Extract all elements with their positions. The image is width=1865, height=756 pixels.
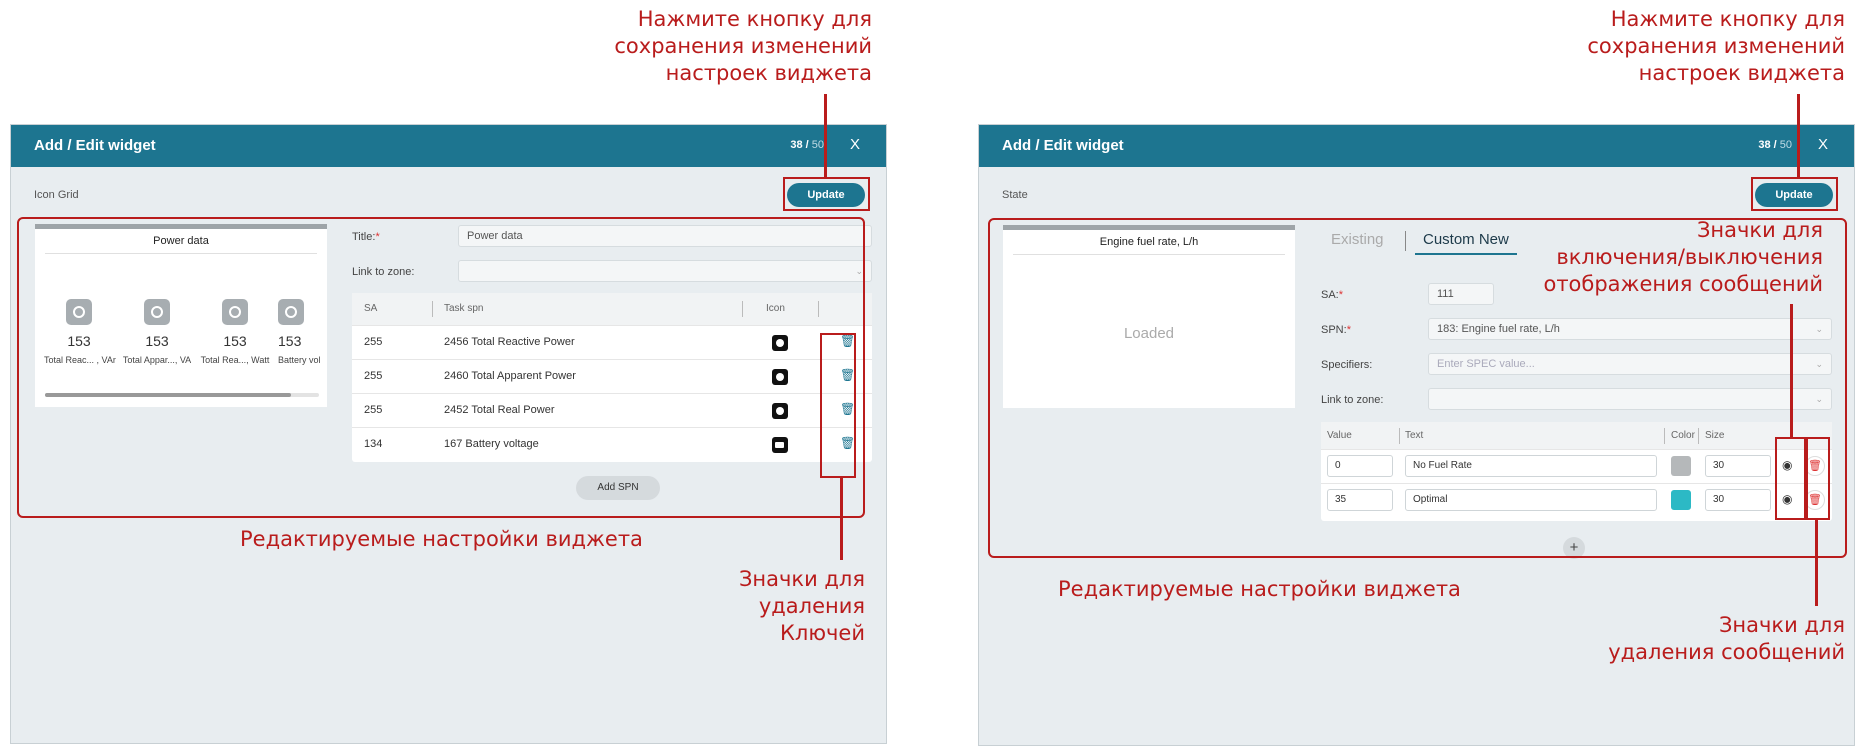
annotation-line: удаления сообщений xyxy=(1608,640,1845,664)
annotation-pointer xyxy=(824,94,827,178)
counter-total: 50 xyxy=(811,139,824,151)
annotation-line: настроек виджета xyxy=(665,61,872,85)
counter-current: 38 / xyxy=(1758,139,1777,151)
widget-type-label: State xyxy=(1002,189,1028,201)
stage: Add / Edit widget 38 / 50 X Icon Grid Up… xyxy=(0,0,1865,756)
annotation-pointer xyxy=(1790,304,1793,437)
annotation-line: удаления xyxy=(758,594,865,618)
annotation-editable: Редактируемые настройки виджета xyxy=(240,527,643,551)
dialog-title: Add / Edit widget xyxy=(1002,137,1124,154)
annotation-line: Нажмите кнопку для xyxy=(637,7,872,31)
annotation-line: сохранения изменений xyxy=(1587,34,1845,58)
counter-current: 38 / xyxy=(790,139,809,151)
dialog-header: Add / Edit widget 38 / 50 X xyxy=(11,125,886,167)
annotation-line: Нажмите кнопку для xyxy=(1610,7,1845,31)
counter-total: 50 xyxy=(1779,139,1792,151)
annotation-delete: Значки для удаления сообщений xyxy=(1560,612,1845,666)
dialog-title: Add / Edit widget xyxy=(34,137,156,154)
annotation-pointer xyxy=(1815,520,1818,606)
annotation-line: Значки для xyxy=(738,567,865,591)
update-highlight xyxy=(1751,177,1838,211)
editable-settings-highlight xyxy=(988,218,1847,558)
annotation-line: сохранения изменений xyxy=(614,34,872,58)
annotation-delete: Значки для удаления Ключей xyxy=(600,566,865,647)
close-icon[interactable]: X xyxy=(1818,136,1828,153)
widget-type-label: Icon Grid xyxy=(34,189,79,201)
dialog-header: Add / Edit widget 38 / 50 X xyxy=(979,125,1854,167)
annotation-line: Значки для xyxy=(1718,613,1845,637)
widget-counter: 38 / 50 xyxy=(790,139,824,151)
delete-keys-highlight xyxy=(820,333,856,478)
annotation-save: Нажмите кнопку для сохранения изменений … xyxy=(1530,6,1845,87)
widget-counter: 38 / 50 xyxy=(1758,139,1792,151)
annotation-pointer xyxy=(1797,94,1800,178)
toggle-messages-highlight xyxy=(1775,437,1806,520)
annotation-line: Ключей xyxy=(780,621,865,645)
update-highlight xyxy=(783,177,870,211)
annotation-line: настроек виджета xyxy=(1638,61,1845,85)
annotation-pointer xyxy=(840,478,843,560)
delete-messages-highlight xyxy=(1806,437,1830,520)
editable-settings-highlight xyxy=(17,217,865,518)
annotation-editable: Редактируемые настройки виджета xyxy=(1058,577,1461,601)
close-icon[interactable]: X xyxy=(850,136,860,153)
annotation-save: Нажмите кнопку для сохранения изменений … xyxy=(560,6,872,87)
